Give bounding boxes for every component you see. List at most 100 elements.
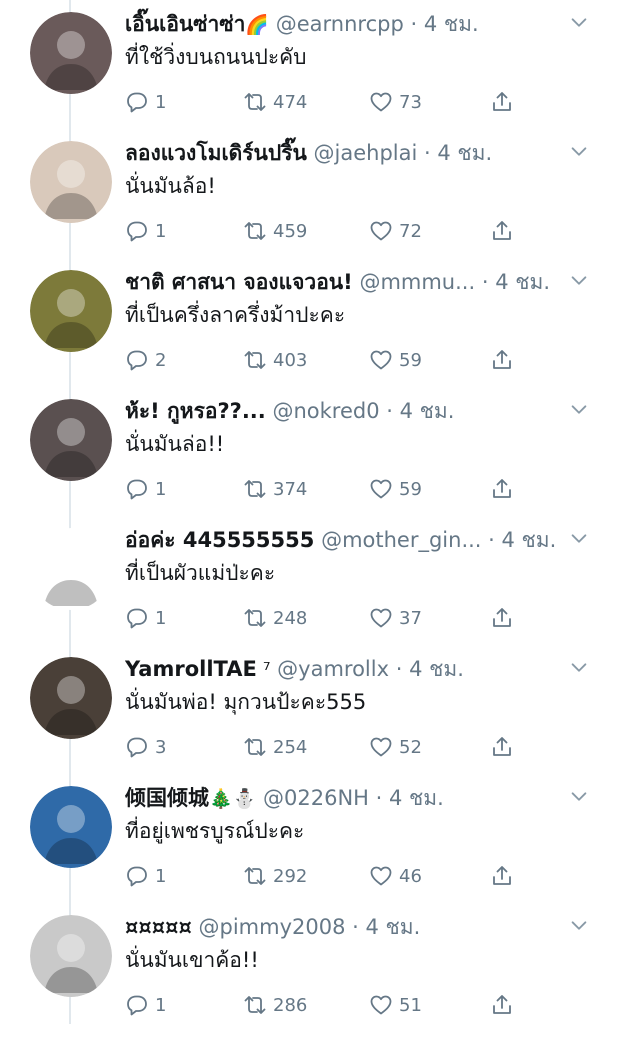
timestamp[interactable]: 4 ชม. [424, 12, 479, 36]
avatar[interactable] [30, 141, 112, 223]
reply-button[interactable]: 2 [125, 347, 166, 373]
timestamp[interactable]: 4 ชม. [409, 657, 464, 681]
share-button[interactable] [490, 218, 520, 244]
retweet-button[interactable]: 286 [243, 992, 307, 1018]
tweet-actions: 1 248 37 [125, 605, 545, 631]
share-button[interactable] [490, 89, 520, 115]
avatar[interactable] [30, 786, 112, 868]
display-name[interactable]: อ่อค่ะ 445555555 [125, 528, 314, 552]
reply-button[interactable]: 3 [125, 734, 166, 760]
share-button[interactable] [490, 992, 520, 1018]
display-name[interactable]: ห้ะ! กูหรอ??... [125, 399, 266, 423]
display-name[interactable]: ลองแวงโมเดิร์นปริ๊น [125, 141, 307, 165]
avatar[interactable] [30, 528, 112, 610]
tweet-6[interactable]: YamrollTAE ⁷ @yamrollx · 4 ชม. นั่นมันพ่… [0, 653, 618, 782]
chevron-down-icon[interactable] [568, 915, 590, 937]
user-handle[interactable]: @0226NH [263, 786, 369, 810]
display-name[interactable]: 倾国倾城 [125, 786, 209, 810]
avatar[interactable] [30, 399, 112, 481]
user-handle[interactable]: @nokred0 [272, 399, 379, 423]
reply-button[interactable]: 1 [125, 218, 166, 244]
reply-icon [125, 735, 155, 759]
like-button[interactable]: 72 [369, 218, 422, 244]
user-handle[interactable]: @yamrollx [277, 657, 389, 681]
chevron-down-icon[interactable] [568, 270, 590, 292]
like-button[interactable]: 46 [369, 863, 422, 889]
tweet-header: ห้ะ! กูหรอ??... @nokred0 · 4 ชม. [125, 395, 558, 427]
retweet-button[interactable]: 403 [243, 347, 307, 373]
user-handle[interactable]: @earnnrcpp [276, 12, 404, 36]
share-icon [490, 348, 520, 372]
tweet-text: ที่ใช้วิ่งบนถนนปะคับ [125, 45, 307, 69]
retweet-button[interactable]: 474 [243, 89, 307, 115]
share-button[interactable] [490, 863, 520, 889]
reply-button[interactable]: 1 [125, 476, 166, 502]
chevron-down-icon[interactable] [568, 786, 590, 808]
chevron-down-icon[interactable] [568, 399, 590, 421]
tweet-4[interactable]: ห้ะ! กูหรอ??... @nokred0 · 4 ชม. นั่นมัน… [0, 395, 618, 524]
like-button[interactable]: 59 [369, 347, 422, 373]
reply-button[interactable]: 1 [125, 605, 166, 631]
name-suffix: 🌈 [245, 14, 270, 36]
retweet-count: 374 [273, 478, 308, 500]
chevron-down-icon[interactable] [568, 528, 590, 550]
avatar[interactable] [30, 915, 112, 997]
avatar-image [30, 141, 112, 223]
tweet-2[interactable]: ลองแวงโมเดิร์นปริ๊น @jaehplai · 4 ชม. นั… [0, 137, 618, 266]
user-handle[interactable]: @mmmu... [359, 270, 475, 294]
retweet-button[interactable]: 254 [243, 734, 307, 760]
retweet-button[interactable]: 292 [243, 863, 307, 889]
reply-button[interactable]: 1 [125, 863, 166, 889]
like-button[interactable]: 51 [369, 992, 422, 1018]
tweet-7[interactable]: 倾国倾城🎄⛄ @0226NH · 4 ชม. ที่อยู่เพชรบูรณ์ป… [0, 782, 618, 911]
timestamp[interactable]: 4 ชม. [400, 399, 455, 423]
tweet-text: นั่นมันพ่อ! มุกวนป้ะคะ555 [125, 690, 367, 714]
retweet-icon [243, 864, 273, 888]
display-name[interactable]: ¤¤¤¤¤ [125, 915, 192, 939]
avatar[interactable] [30, 657, 112, 739]
like-button[interactable]: 37 [369, 605, 422, 631]
like-button[interactable]: 59 [369, 476, 422, 502]
share-button[interactable] [490, 734, 520, 760]
like-button[interactable]: 52 [369, 734, 422, 760]
tweet-5[interactable]: อ่อค่ะ 445555555 @mother_gin... · 4 ชม. … [0, 524, 618, 653]
reply-button[interactable]: 1 [125, 89, 166, 115]
share-button[interactable] [490, 605, 520, 631]
retweet-count: 248 [273, 607, 308, 629]
user-handle[interactable]: @pimmy2008 [199, 915, 346, 939]
timestamp[interactable]: 4 ชม. [389, 786, 444, 810]
retweet-button[interactable]: 374 [243, 476, 307, 502]
tweet-header: 倾国倾城🎄⛄ @0226NH · 4 ชม. [125, 782, 558, 814]
tweet-1[interactable]: เอิ๊นเอินซ่าซ่า🌈 @earnnrcpp · 4 ชม. ที่ใ… [0, 8, 618, 137]
avatar[interactable] [30, 12, 112, 94]
like-count: 73 [399, 91, 422, 113]
user-handle[interactable]: @jaehplai [314, 141, 418, 165]
chevron-down-icon[interactable] [568, 12, 590, 34]
display-name[interactable]: YamrollTAE [125, 657, 257, 681]
avatar[interactable] [30, 270, 112, 352]
timestamp[interactable]: 4 ชม. [437, 141, 492, 165]
reply-button[interactable]: 1 [125, 992, 166, 1018]
timestamp[interactable]: 4 ชม. [365, 915, 420, 939]
timestamp[interactable]: 4 ชม. [502, 528, 557, 552]
timestamp[interactable]: 4 ชม. [495, 270, 550, 294]
retweet-button[interactable]: 248 [243, 605, 307, 631]
like-button[interactable]: 73 [369, 89, 422, 115]
tweet-text: นั่นมันล้อ! [125, 174, 216, 198]
share-icon [490, 993, 520, 1017]
share-button[interactable] [490, 347, 520, 373]
retweet-button[interactable]: 459 [243, 218, 307, 244]
display-name[interactable]: ชาติ ศาสนา จองแจวอน! [125, 270, 353, 294]
tweet-3[interactable]: ชาติ ศาสนา จองแจวอน! @mmmu... · 4 ชม. ที… [0, 266, 618, 395]
user-handle[interactable]: @mother_gin... [321, 528, 481, 552]
share-button[interactable] [490, 476, 520, 502]
like-count: 59 [399, 478, 422, 500]
retweet-count: 474 [273, 91, 308, 113]
chevron-down-icon[interactable] [568, 657, 590, 679]
chevron-down-icon[interactable] [568, 141, 590, 163]
tweet-actions: 2 403 59 [125, 347, 545, 373]
like-icon [369, 735, 399, 759]
display-name[interactable]: เอิ๊นเอินซ่าซ่า [125, 12, 245, 36]
reply-icon [125, 864, 155, 888]
tweet-8[interactable]: ¤¤¤¤¤ @pimmy2008 · 4 ชม. นั่นมันเขาค้อ!!… [0, 911, 618, 1040]
